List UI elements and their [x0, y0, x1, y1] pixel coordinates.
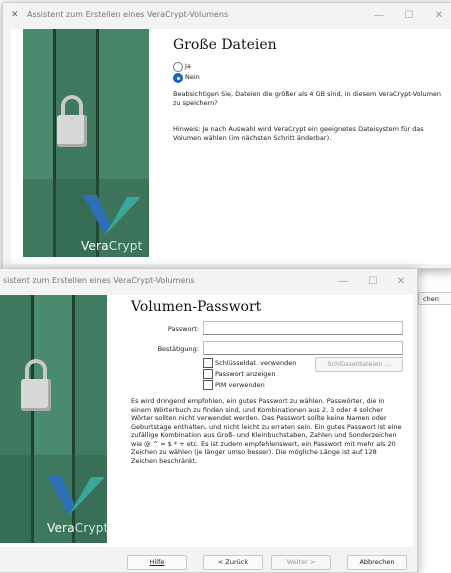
padlock-icon — [57, 93, 97, 153]
wizard-window-large-files: ✕ Assistent zum Erstellen eines VeraCryp… — [2, 2, 451, 269]
wizard-content: VeraCrypt Volumen-Passwort Passwort: Bes… — [0, 295, 413, 547]
veracrypt-logo: VeraCrypt — [23, 179, 149, 257]
minimize-icon[interactable]: — — [331, 273, 355, 291]
use-keyfiles-checkbox[interactable] — [203, 358, 213, 368]
veracrypt-v-icon — [47, 475, 105, 515]
confirm-label: Bestätigung: — [157, 345, 199, 353]
radio-no[interactable] — [173, 73, 183, 83]
page-title: Große Dateien — [173, 37, 277, 53]
wizard-content: VeraCrypt Große Dateien Ja Nein Beabsich… — [11, 29, 451, 264]
radio-yes-label: Ja — [185, 62, 191, 70]
keyfiles-button[interactable]: Schlüsseldateien ... — [315, 357, 403, 372]
window-title: sistent zum Erstellen eines VeraCrypt-Vo… — [3, 276, 195, 285]
password-advice-text: Es wird dringend empfohlen, ein gutes Pa… — [131, 397, 402, 465]
padlock-icon — [21, 357, 61, 417]
minimize-icon[interactable]: — — [367, 7, 391, 25]
wizard-window-password: sistent zum Erstellen eines VeraCrypt-Vo… — [0, 268, 418, 573]
veracrypt-logo: VeraCrypt — [0, 455, 107, 543]
password-label: Passwort: — [167, 325, 199, 333]
side-image: VeraCrypt — [23, 29, 149, 257]
maximize-icon[interactable]: ☐ — [361, 273, 385, 291]
show-password-label: Passwort anzeigen — [215, 370, 276, 378]
veracrypt-v-icon — [83, 195, 141, 235]
window-title: Assistent zum Erstellen eines VeraCrypt-… — [27, 10, 229, 19]
app-icon: ✕ — [11, 10, 19, 20]
radio-yes[interactable] — [173, 62, 183, 72]
logo-text: VeraCrypt — [47, 521, 107, 535]
use-keyfiles-label: Schlüsseldat. verwenden — [215, 359, 297, 367]
question-text: Beabsichtigen Sie, Dateien die größer al… — [173, 90, 442, 107]
radio-no-label: Nein — [185, 73, 200, 81]
cancel-button-peek[interactable]: chen — [418, 292, 451, 305]
side-image: VeraCrypt — [0, 295, 107, 543]
logo-text: VeraCrypt — [81, 239, 143, 253]
confirm-password-input[interactable] — [203, 341, 403, 355]
title-bar[interactable]: sistent zum Erstellen eines VeraCrypt-Vo… — [0, 269, 417, 295]
show-password-checkbox[interactable] — [203, 369, 213, 379]
help-button[interactable]: Hilfe — [127, 555, 187, 570]
hint-text: Hinweis: Je nach Auswahl wird VeraCrypt … — [173, 125, 424, 142]
close-icon[interactable]: ✕ — [389, 273, 413, 291]
use-pim-checkbox[interactable] — [203, 380, 213, 390]
next-button[interactable]: Weiter > — [271, 555, 331, 570]
password-input[interactable] — [203, 321, 403, 335]
cancel-button[interactable]: Abbrechen — [347, 555, 407, 570]
use-pim-label: PIM verwenden — [215, 381, 265, 389]
close-icon[interactable]: ✕ — [427, 7, 451, 25]
maximize-icon[interactable]: ☐ — [397, 7, 421, 25]
back-button[interactable]: < Zurück — [203, 555, 263, 570]
title-bar[interactable]: ✕ Assistent zum Erstellen eines VeraCryp… — [3, 3, 451, 29]
page-title: Volumen-Passwort — [131, 299, 262, 315]
